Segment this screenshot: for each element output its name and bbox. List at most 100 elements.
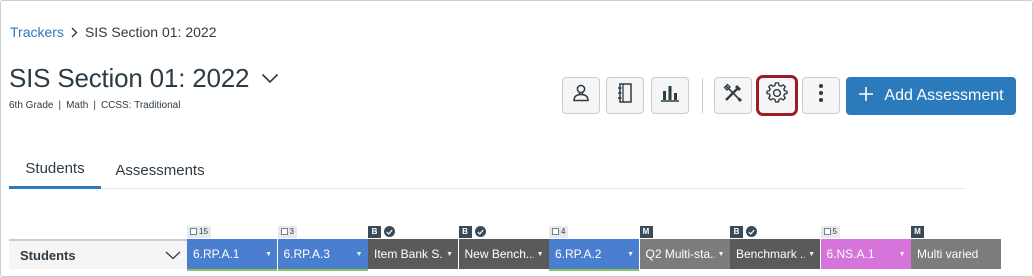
standard-count-badge: 15	[187, 225, 211, 238]
breadcrumb-current: SIS Section 01: 2022	[84, 24, 217, 40]
assessment-column: 15 6.RP.A.1 ▼	[187, 223, 277, 271]
tools-icon	[722, 82, 744, 109]
assessment-column-header[interactable]: Multi varied	[911, 239, 1001, 269]
assessment-column: 5 6.NS.A.1 ▼	[820, 223, 911, 269]
assessment-column-label: New Bench...	[464, 247, 534, 261]
checkbox-icon	[552, 228, 559, 235]
notebook-icon	[615, 82, 635, 109]
students-column-header[interactable]: Students	[9, 239, 187, 269]
caret-down-icon: ▼	[808, 250, 815, 258]
assessment-column: 4 6.RP.A.2 ▼	[549, 223, 639, 271]
section-dropdown-chevron-icon[interactable]	[261, 73, 279, 84]
bar-chart-icon	[660, 83, 680, 108]
notebook-button[interactable]	[606, 77, 644, 114]
assessment-column-header[interactable]: Q2 Multi-sta... ▼	[639, 239, 730, 269]
caret-down-icon: ▼	[898, 250, 906, 258]
assessment-column-label: 6.RP.A.1	[193, 247, 240, 261]
assessment-tag: B	[730, 225, 757, 238]
assessment-type-badge: M	[639, 225, 653, 238]
standard-count-badge: 4	[549, 225, 569, 238]
caret-down-icon: ▼	[355, 250, 363, 258]
assessment-tag: 3	[277, 225, 297, 238]
person-icon	[571, 83, 591, 108]
more-options-button[interactable]	[802, 77, 840, 114]
check-circle-icon	[746, 226, 757, 237]
count-value: 15	[199, 227, 208, 236]
tab-assessments[interactable]: Assessments	[109, 151, 211, 189]
standard-count-badge: 3	[277, 225, 297, 238]
checkbox-icon	[190, 228, 197, 235]
student-view-button[interactable]	[562, 77, 600, 114]
count-value: 5	[832, 227, 837, 236]
assessment-column: B Benchmark ... ▼	[730, 223, 820, 269]
caret-down-icon: ▼	[265, 250, 272, 258]
tracker-page: Trackers SIS Section 01: 2022 SIS Sectio…	[0, 0, 1033, 277]
tab-students[interactable]: Students	[9, 151, 101, 189]
assessment-column: 3 6.RP.A.3 ▼	[277, 223, 368, 271]
assessment-column-label: Q2 Multi-sta...	[645, 247, 715, 261]
add-assessment-label: Add Assessment	[884, 87, 1004, 104]
assessment-column-label: Benchmark ...	[736, 247, 806, 261]
page-title: SIS Section 01: 2022	[9, 63, 250, 93]
assessment-column: M Q2 Multi-sta... ▼	[639, 223, 730, 269]
subject-label: Math	[66, 100, 89, 111]
assessment-tag: 4	[549, 225, 569, 238]
assessment-column-header[interactable]: New Bench... ▼	[458, 239, 549, 269]
assessment-column-label: 6.RP.A.2	[555, 247, 602, 261]
breadcrumb-trackers-link[interactable]: Trackers	[10, 24, 64, 40]
column-status-bar	[187, 269, 277, 271]
assessment-column: M Multi varied	[911, 223, 1001, 269]
assessment-column-label: Item Bank S...	[374, 247, 444, 261]
check-circle-icon	[474, 226, 486, 237]
assessment-column-header[interactable]: 6.RP.A.3 ▼	[277, 239, 368, 269]
chevron-right-icon	[71, 27, 78, 38]
separator: |	[93, 100, 96, 111]
caret-down-icon: ▼	[446, 250, 453, 258]
count-value: 4	[561, 227, 566, 236]
assessment-column-header[interactable]: Benchmark ... ▼	[730, 239, 820, 269]
gear-icon	[766, 82, 788, 109]
checkbox-icon	[280, 228, 288, 235]
assessment-column: B Item Bank S... ▼	[368, 223, 458, 269]
add-assessment-button[interactable]: Add Assessment	[846, 77, 1016, 115]
standard-count-badge: 5	[820, 225, 840, 238]
students-column-label: Students	[20, 247, 76, 263]
tools-button[interactable]	[714, 77, 752, 114]
plus-icon	[858, 86, 874, 107]
kebab-icon	[818, 83, 824, 108]
caret-down-icon: ▼	[717, 250, 725, 258]
column-status-bar	[277, 269, 368, 271]
title-row: SIS Section 01: 2022	[9, 63, 279, 94]
assessment-column-label: 6.NS.A.1	[826, 247, 875, 261]
checkbox-icon	[823, 228, 831, 235]
assessment-column: B New Bench... ▼	[458, 223, 549, 269]
count-value: 3	[289, 227, 294, 236]
assessment-column-header[interactable]: 6.NS.A.1 ▼	[820, 239, 911, 269]
assessment-column-label: 6.RP.A.3	[283, 247, 330, 261]
tab-list: Students Assessments	[9, 151, 964, 189]
separator: |	[58, 100, 62, 111]
chevron-down-icon	[165, 248, 181, 263]
assessment-column-header[interactable]: Item Bank S... ▼	[368, 239, 458, 269]
section-subtitle: 6th Grade | Math | CCSS: Traditional	[9, 100, 180, 111]
toolbar-divider	[702, 78, 703, 113]
assessment-tag: B	[458, 225, 486, 238]
tracker-grid-header: Students 15 6.RP.A.1 ▼ 3 6.RP.A.3 ▼ B Item Bank…	[9, 223, 1001, 276]
assessment-column-header[interactable]: 6.RP.A.2 ▼	[549, 239, 639, 269]
assessment-column-label: Multi varied	[917, 247, 979, 261]
settings-button[interactable]	[756, 75, 798, 116]
assessment-tag: 15	[187, 225, 211, 238]
standards-label: CCSS: Traditional	[100, 100, 181, 111]
caret-down-icon: ▼	[536, 250, 544, 258]
assessment-column-header[interactable]: 6.RP.A.1 ▼	[187, 239, 277, 269]
reports-button[interactable]	[651, 77, 689, 114]
column-status-bar	[549, 269, 639, 271]
assessment-tag: M	[639, 225, 653, 238]
assessment-type-badge: B	[368, 225, 381, 238]
assessment-type-badge: M	[911, 225, 924, 238]
breadcrumb: Trackers SIS Section 01: 2022	[10, 22, 216, 42]
assessment-tag: M	[911, 225, 924, 238]
assessment-type-badge: B	[458, 225, 472, 238]
assessment-tag: 5	[820, 225, 840, 238]
grade-label: 6th Grade	[9, 100, 54, 111]
